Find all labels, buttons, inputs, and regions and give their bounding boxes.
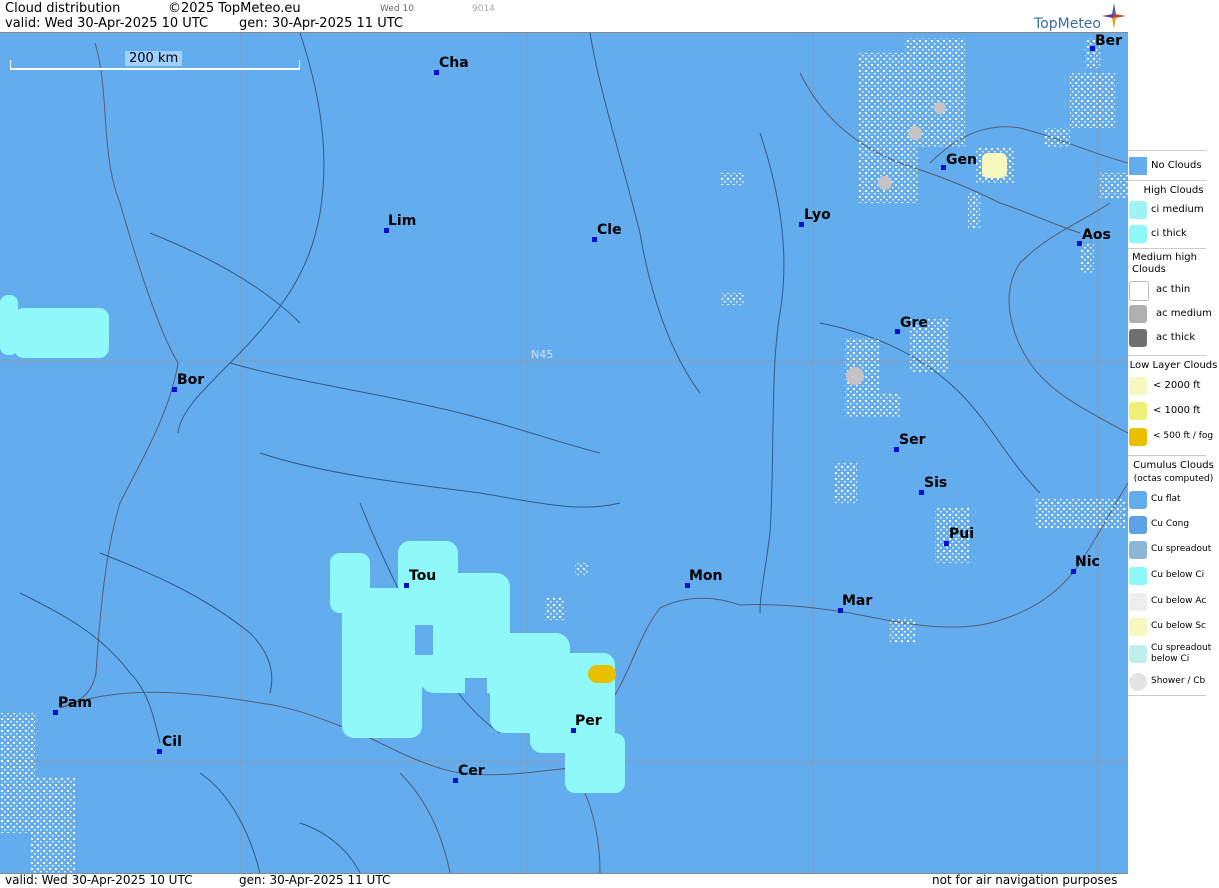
city-mon: Mon <box>685 568 723 588</box>
legend-high-title: High Clouds <box>1143 185 1204 196</box>
city-bor: Bor <box>172 372 204 392</box>
footer-valid-time: valid: Wed 30-Apr-2025 10 UTC <box>5 873 193 887</box>
legend-cu-spreadout: Cu spreadout <box>1128 539 1219 561</box>
cloud-map[interactable]: 200 km N45 Cha Ber Gen Lim Cle Lyo Aos G… <box>0 33 1129 873</box>
legend-ac-thin: ac thin <box>1128 279 1219 301</box>
legend-low-2000: < 2000 ft <box>1128 375 1219 397</box>
city-mar: Mar <box>838 593 872 613</box>
legend-cu-title: Cumulus Clouds <box>1133 460 1214 471</box>
city-nic: Nic <box>1071 554 1100 574</box>
city-cer: Cer <box>453 763 485 783</box>
compass-logo-icon <box>1102 3 1126 29</box>
gap <box>415 625 433 655</box>
map-footer: valid: Wed 30-Apr-2025 10 UTC gen: 30-Ap… <box>0 873 1128 888</box>
legend-ac-thick: ac thick <box>1128 327 1219 349</box>
disclaimer: not for air navigation purposes <box>932 873 1118 887</box>
legend-low-500: < 500 ft / fog <box>1128 426 1219 448</box>
legend-cu-below-ci: Cu below Ci <box>1128 565 1219 587</box>
city-cil: Cil <box>157 734 182 754</box>
legend-ci-medium: ci medium <box>1128 199 1219 221</box>
legend-cu-below-sc: Cu below Sc <box>1128 616 1219 638</box>
legend-cu-sub: (octas computed) <box>1133 474 1214 484</box>
legend-no-clouds: No Clouds <box>1128 155 1219 177</box>
legend-panel: No Clouds High Clouds ci medium ci thick… <box>1128 0 1219 887</box>
legend-cu-cong: Cu Cong <box>1128 514 1219 536</box>
city-pui: Pui <box>944 526 974 546</box>
city-tou: Tou <box>404 568 436 588</box>
footer-gen-time: gen: 30-Apr-2025 11 UTC <box>239 873 391 887</box>
low-cloud-patch <box>982 153 1007 178</box>
city-sis: Sis <box>919 475 947 495</box>
city-cha: Cha <box>434 55 469 75</box>
city-pam: Pam <box>53 695 92 715</box>
legend-ac-medium: ac medium <box>1128 303 1219 325</box>
latitude-label: N45 <box>531 348 554 361</box>
topmeteo-logo: TopMeteo <box>1034 16 1101 32</box>
gen-time: gen: 30-Apr-2025 11 UTC <box>239 16 403 31</box>
city-lyo: Lyo <box>799 207 831 227</box>
day-code: Wed 10 <box>380 4 414 14</box>
city-ser: Ser <box>894 432 925 452</box>
city-per: Per <box>571 713 602 733</box>
copyright: ©2025 TopMeteo.eu <box>168 1 301 16</box>
legend-cu-spreadout-ci: Cu spreadout below Ci <box>1128 643 1219 665</box>
city-gre: Gre <box>895 315 928 334</box>
legend-ci-thick: ci thick <box>1128 223 1219 245</box>
run-code: 9014 <box>472 4 495 14</box>
city-aos: Aos <box>1077 227 1111 246</box>
scale-label: 200 km <box>125 51 183 66</box>
ci-cloud-areas <box>0 295 625 793</box>
city-gen: Gen <box>941 152 977 170</box>
legend-shower: Shower / Cb <box>1128 671 1219 693</box>
map-title: Cloud distribution <box>5 1 121 16</box>
legend-cu-flat: Cu flat <box>1128 489 1219 511</box>
city-cle: Cle <box>592 222 622 242</box>
valid-time: valid: Wed 30-Apr-2025 10 UTC <box>5 16 209 31</box>
city-ber: Ber <box>1090 33 1122 51</box>
gap2 <box>465 678 487 693</box>
legend-low-title: Low Layer Clouds <box>1129 360 1218 371</box>
city-lim: Lim <box>384 213 416 233</box>
fog-patch <box>588 665 616 683</box>
legend-cu-below-ac: Cu below Ac <box>1128 591 1219 613</box>
legend-medium-title: Medium high Clouds <box>1132 252 1197 275</box>
map-header: Cloud distribution ©2025 TopMeteo.eu Wed… <box>0 0 1128 33</box>
legend-low-1000: < 1000 ft <box>1128 400 1219 422</box>
